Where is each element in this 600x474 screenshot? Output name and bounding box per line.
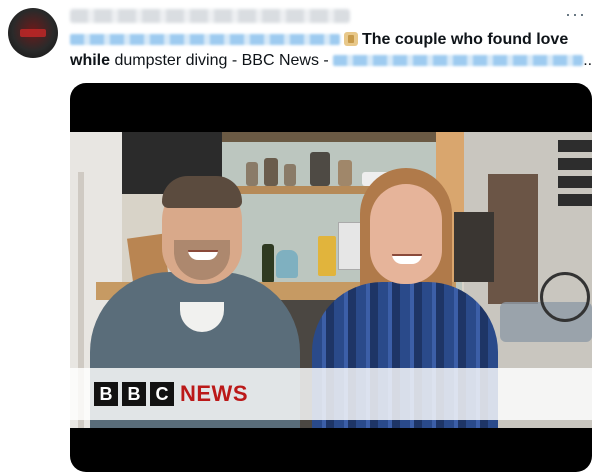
blurred-author-header — [70, 9, 350, 23]
blurred-link[interactable] — [333, 55, 584, 67]
news-label: NEWS — [180, 381, 248, 406]
tweet-text-line-1: The couple who found love — [70, 30, 568, 50]
video-frame: B B C NEWS — [70, 132, 592, 428]
headline-part-1: The couple who found love — [362, 31, 569, 48]
video-media[interactable]: B B C NEWS — [70, 83, 592, 472]
tweet-text-line-2: while dumpster diving - BBC News - .. — [70, 51, 592, 71]
more-options-icon[interactable]: ··· — [565, 5, 586, 23]
bbc-logo: B B C — [94, 382, 174, 406]
avatar[interactable] — [8, 8, 58, 58]
headline-rest: dumpster diving - BBC News - — [110, 52, 329, 69]
trailing-ellipsis: .. — [583, 52, 593, 69]
pointing-hand-icon — [344, 32, 358, 46]
blurred-hashtags[interactable] — [70, 34, 340, 46]
headline-part-2: while — [70, 52, 111, 69]
bicycle — [540, 272, 590, 322]
